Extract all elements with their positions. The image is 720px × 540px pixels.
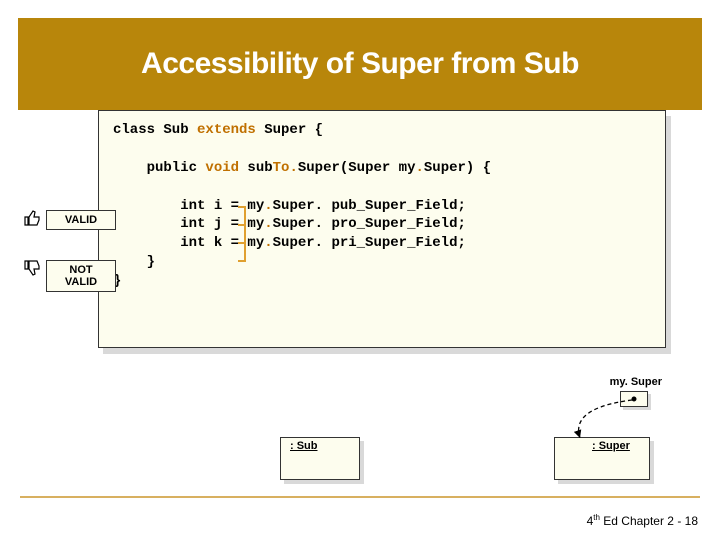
- c3b: .: [264, 198, 272, 214]
- kw-extends: extends: [197, 122, 256, 138]
- c4c: Super. pro_Super_Field;: [273, 216, 466, 232]
- c1c: Super {: [256, 122, 323, 138]
- c2f: .: [415, 160, 423, 176]
- c2c: sub: [239, 160, 273, 176]
- c6: }: [113, 254, 155, 270]
- c2d: To.: [273, 160, 298, 176]
- valid-badge: VALID: [46, 210, 116, 230]
- footer: 4th Ed Chapter 2 - 18: [587, 513, 698, 528]
- thumbs-up-icon: [22, 208, 42, 233]
- c4a: int j = my: [113, 216, 264, 232]
- c5b: .: [264, 235, 272, 251]
- c3a: int i = my: [113, 198, 264, 214]
- title-band: Accessibility of Super from Sub: [18, 18, 702, 110]
- notvalid-badge: NOT VALID: [46, 260, 116, 292]
- c3c: Super. pub_Super_Field;: [273, 198, 466, 214]
- footer-ord: th: [593, 513, 600, 522]
- dot-icon: [629, 394, 639, 404]
- c2e: Super(Super my: [298, 160, 416, 176]
- code-box: class Sub extends Super { public void su…: [98, 110, 666, 348]
- kw-void: void: [205, 160, 239, 176]
- divider: [20, 496, 700, 498]
- sub-label: : Sub: [290, 440, 318, 452]
- c1a: class Sub: [113, 122, 197, 138]
- anchor-box: [620, 391, 648, 407]
- thumbs-down-icon: [22, 258, 42, 283]
- super-label: : Super: [592, 440, 630, 452]
- c4b: .: [264, 216, 272, 232]
- c5c: Super. pri_Super_Field;: [273, 235, 466, 251]
- footer-rest: Ed Chapter 2 - 18: [600, 514, 698, 528]
- c5a: int k = my: [113, 235, 264, 251]
- mysuper-label: my. Super: [610, 376, 662, 388]
- c2a: public: [113, 160, 205, 176]
- slide-title: Accessibility of Super from Sub: [141, 47, 579, 81]
- c2g: Super) {: [424, 160, 491, 176]
